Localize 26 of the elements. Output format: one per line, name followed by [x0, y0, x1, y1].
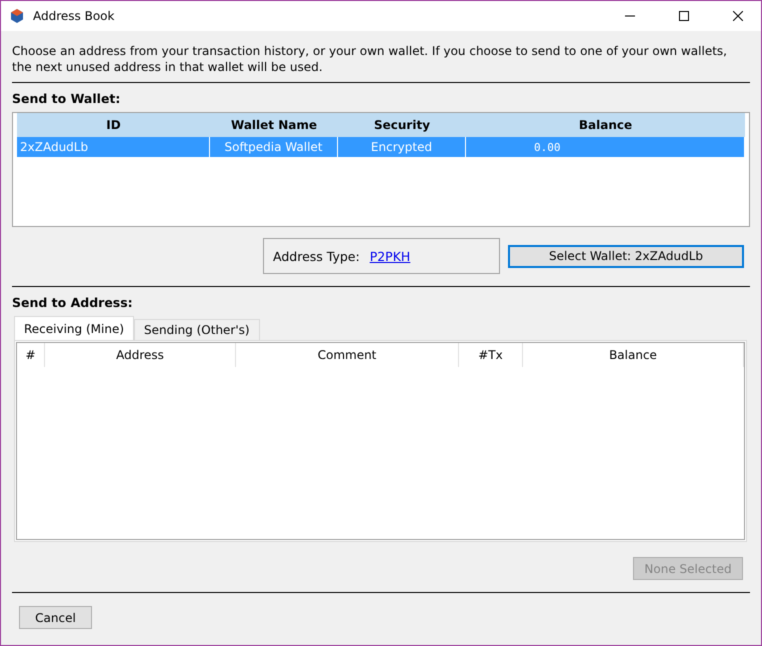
column-header[interactable]: Comment [236, 343, 459, 367]
address-type-link[interactable]: P2PKH [370, 248, 410, 264]
table-cell: Encrypted [338, 137, 466, 157]
column-header[interactable]: Address [45, 343, 236, 367]
section-heading: Send to Wallet: [12, 91, 122, 106]
app-logo-icon [9, 8, 25, 24]
tab[interactable]: Receiving (Mine) [14, 316, 134, 340]
select-wallet-button[interactable]: Select Wallet: 2xZAdudLb [508, 244, 744, 268]
column-header[interactable]: ID [17, 113, 210, 137]
close-icon [733, 11, 743, 21]
table-cell: 0.00 [466, 137, 745, 157]
table-cell: Softpedia Wallet [210, 137, 338, 157]
maximize-icon [679, 11, 689, 21]
column-header[interactable]: Security [338, 113, 466, 137]
column-header[interactable]: # [17, 343, 45, 367]
column-header[interactable]: Balance [466, 113, 745, 137]
column-header[interactable]: Balance [523, 343, 744, 367]
section-heading: Send to Address: [12, 295, 134, 310]
instructions-text: Choose an address from your transaction history, or your own wallet. If you choose to send to one of your own wallets, the next unused address in that wallet will be used. [12, 43, 728, 75]
cancel-button[interactable]: Cancel [19, 606, 92, 629]
column-header[interactable]: Wallet Name [210, 113, 338, 137]
address-type-label: Address Type: [273, 248, 360, 264]
column-header[interactable]: #Tx [459, 343, 523, 367]
tab[interactable]: Sending (Other's) [134, 319, 260, 340]
table-cell: 2xZAdudLb [17, 137, 210, 157]
window-title: Address Book [33, 9, 116, 23]
